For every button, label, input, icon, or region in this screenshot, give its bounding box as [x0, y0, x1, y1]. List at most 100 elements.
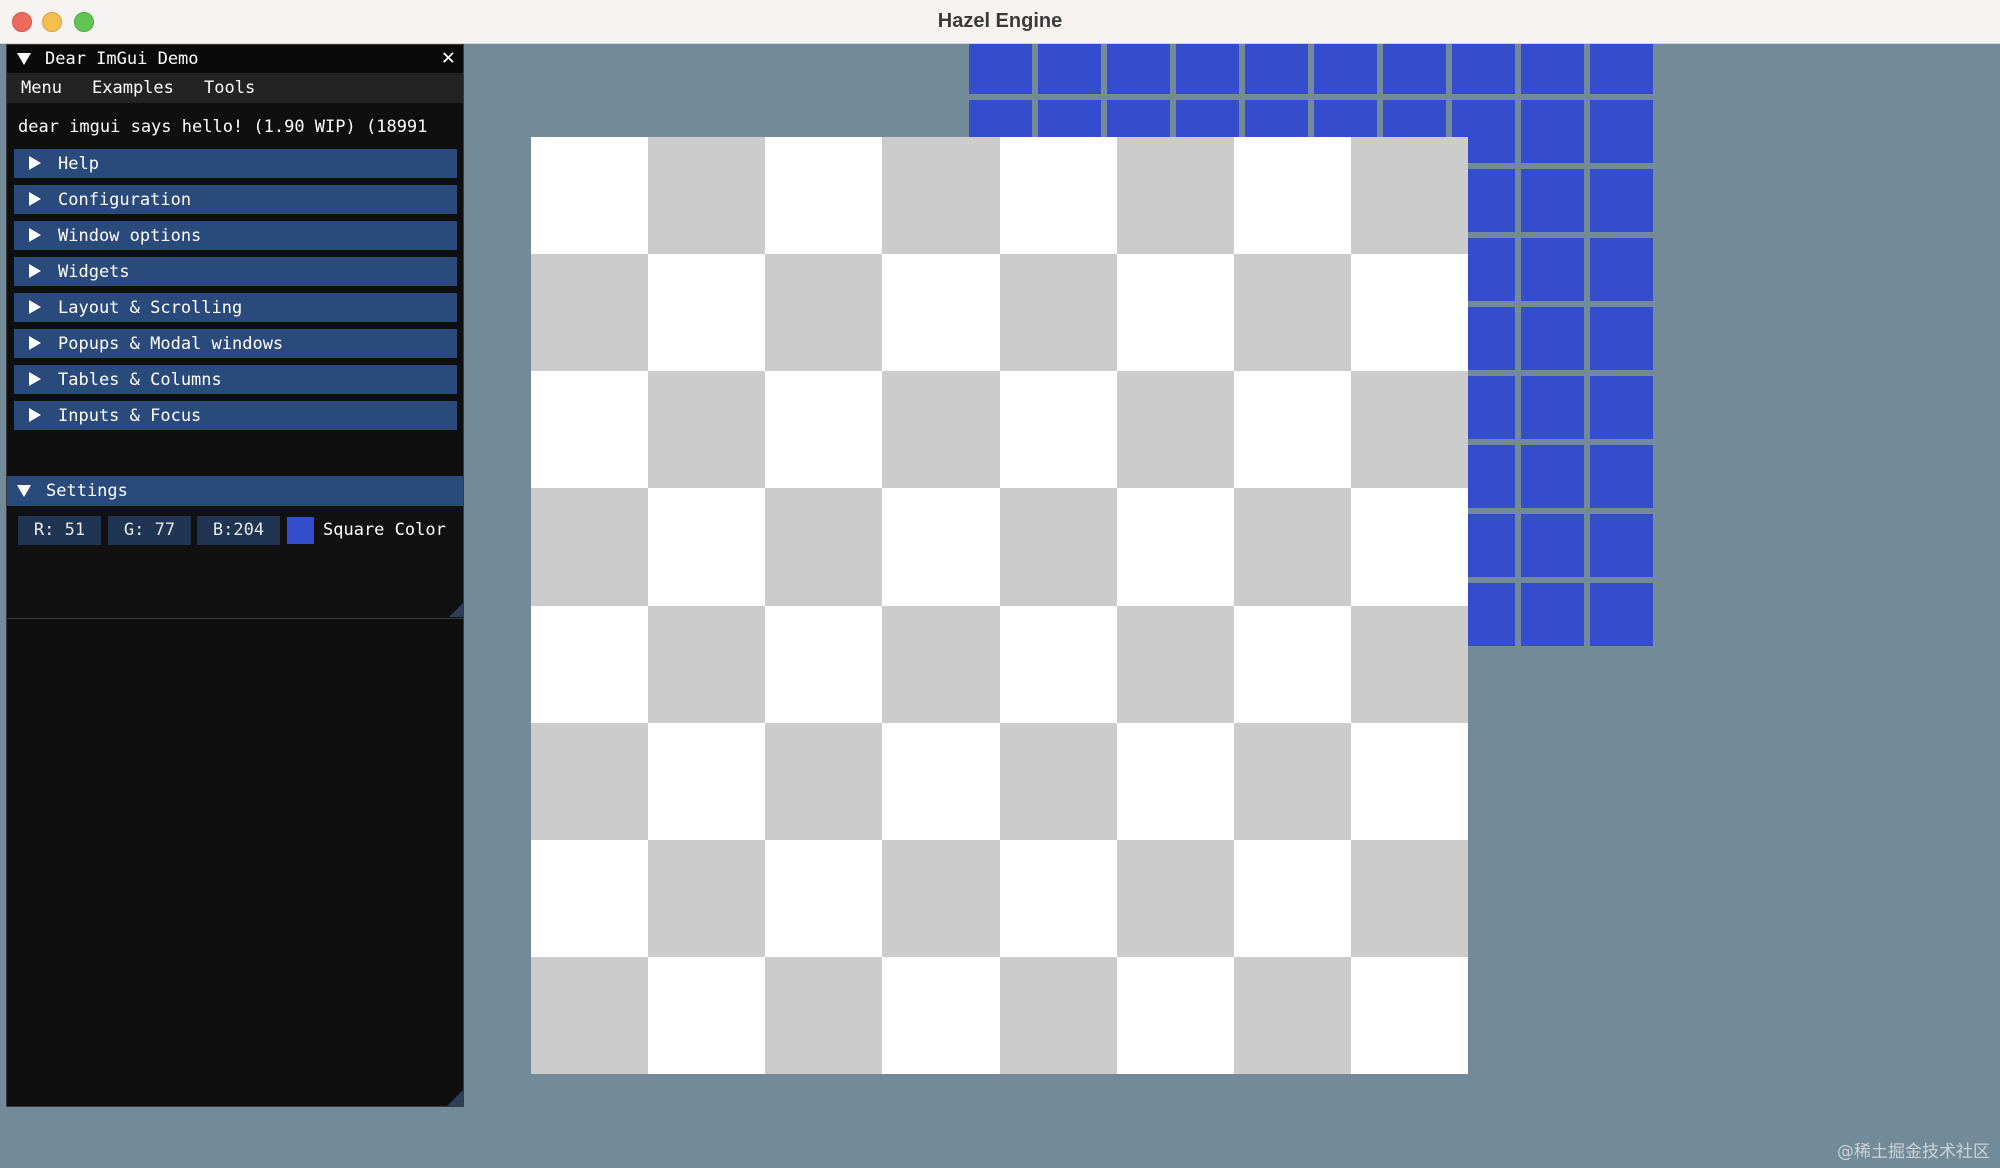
checker-cell — [882, 839, 1000, 957]
watermark: @稀土掘金技术社区 — [1837, 1142, 1990, 1162]
color-b-drag[interactable]: B:204 — [197, 516, 280, 545]
imgui-demo-window[interactable]: Dear ImGui Demo ✕ Menu Examples Tools de… — [6, 44, 464, 1107]
blue-square — [1521, 44, 1584, 94]
expand-triangle-icon — [29, 264, 41, 278]
checker-cell — [1233, 137, 1351, 255]
blue-square — [1590, 514, 1653, 577]
checker-cell — [999, 605, 1117, 723]
header-help[interactable]: Help — [14, 149, 457, 178]
blue-square — [1452, 44, 1515, 94]
blue-square — [1590, 583, 1653, 646]
checker-cell — [1116, 956, 1234, 1074]
checker-cell — [531, 254, 649, 372]
checkerboard-texture — [531, 137, 1468, 1074]
checker-cell — [999, 254, 1117, 372]
collapse-triangle-icon[interactable] — [17, 53, 31, 65]
checker-cell — [1116, 488, 1234, 606]
checker-cell — [648, 722, 766, 840]
blue-square — [1521, 169, 1584, 232]
header-tables-columns[interactable]: Tables & Columns — [14, 365, 457, 394]
demo-menu-bar: Menu Examples Tools — [7, 73, 463, 103]
checker-cell — [1350, 137, 1468, 255]
header-label: Help — [58, 154, 99, 174]
checker-cell — [648, 371, 766, 489]
header-popups-modal[interactable]: Popups & Modal windows — [14, 329, 457, 358]
window-title: Hazel Engine — [937, 10, 1063, 32]
checker-cell — [1233, 488, 1351, 606]
blue-square — [1590, 307, 1653, 370]
blue-square — [1590, 169, 1653, 232]
checker-cell — [1233, 254, 1351, 372]
resize-grip-icon[interactable] — [447, 1090, 463, 1106]
color-g-drag[interactable]: G: 77 — [108, 516, 191, 545]
blue-square — [1521, 514, 1584, 577]
header-inputs-focus[interactable]: Inputs & Focus — [14, 401, 457, 430]
demo-window-title-bar[interactable]: Dear ImGui Demo ✕ — [7, 45, 463, 73]
header-window-options[interactable]: Window options — [14, 221, 457, 250]
blue-square — [969, 44, 1032, 94]
square-color-label: Square Color — [323, 520, 446, 540]
checker-cell — [1350, 371, 1468, 489]
menu-item-tools[interactable]: Tools — [204, 78, 255, 98]
checker-cell — [999, 137, 1117, 255]
settings-window-title-bar[interactable]: Settings — [7, 476, 463, 506]
title-bar: Hazel Engine — [0, 0, 2000, 44]
blue-square — [1107, 44, 1170, 94]
blue-square — [1383, 44, 1446, 94]
header-label: Popups & Modal windows — [58, 334, 284, 354]
checker-cell — [1233, 839, 1351, 957]
blue-square — [1590, 376, 1653, 439]
checker-cell — [1116, 254, 1234, 372]
checker-cell — [648, 956, 766, 1074]
checker-cell — [531, 956, 649, 1074]
checker-cell — [531, 371, 649, 489]
blue-square — [1590, 238, 1653, 301]
header-widgets[interactable]: Widgets — [14, 257, 457, 286]
checker-cell — [1350, 956, 1468, 1074]
checker-cell — [648, 488, 766, 606]
checker-cell — [1233, 956, 1351, 1074]
blue-square — [1521, 238, 1584, 301]
checker-cell — [531, 605, 649, 723]
menu-item-menu[interactable]: Menu — [21, 78, 62, 98]
blue-square — [1038, 44, 1101, 94]
checker-cell — [882, 371, 1000, 489]
checker-cell — [1350, 605, 1468, 723]
expand-triangle-icon — [29, 228, 41, 242]
checker-cell — [1116, 605, 1234, 723]
checker-cell — [531, 839, 649, 957]
checker-cell — [531, 722, 649, 840]
checker-cell — [765, 956, 883, 1074]
color-r-drag[interactable]: R: 51 — [18, 516, 101, 545]
checker-cell — [999, 488, 1117, 606]
checker-cell — [1350, 722, 1468, 840]
checker-cell — [1116, 722, 1234, 840]
checker-cell — [765, 605, 883, 723]
expand-triangle-icon — [29, 156, 41, 170]
checker-cell — [882, 722, 1000, 840]
checker-cell — [765, 137, 883, 255]
header-layout-scrolling[interactable]: Layout & Scrolling — [14, 293, 457, 322]
checker-cell — [1233, 371, 1351, 489]
checker-cell — [999, 839, 1117, 957]
close-icon[interactable]: ✕ — [442, 45, 455, 70]
expand-triangle-icon — [29, 192, 41, 206]
header-configuration[interactable]: Configuration — [14, 185, 457, 214]
menu-item-examples[interactable]: Examples — [92, 78, 174, 98]
checker-cell — [882, 254, 1000, 372]
expand-triangle-icon — [29, 408, 41, 422]
checker-cell — [765, 722, 883, 840]
blue-square — [1590, 44, 1653, 94]
collapse-triangle-icon[interactable] — [17, 485, 31, 497]
header-label: Widgets — [58, 262, 130, 282]
checker-cell — [648, 605, 766, 723]
resize-grip-icon[interactable] — [449, 603, 463, 617]
checker-cell — [999, 956, 1117, 1074]
header-label: Window options — [58, 226, 202, 246]
checker-cell — [765, 488, 883, 606]
header-label: Layout & Scrolling — [58, 298, 243, 318]
blue-square — [1521, 100, 1584, 163]
settings-window-title: Settings — [46, 481, 128, 501]
header-label: Inputs & Focus — [58, 406, 202, 426]
color-swatch[interactable] — [287, 517, 314, 544]
